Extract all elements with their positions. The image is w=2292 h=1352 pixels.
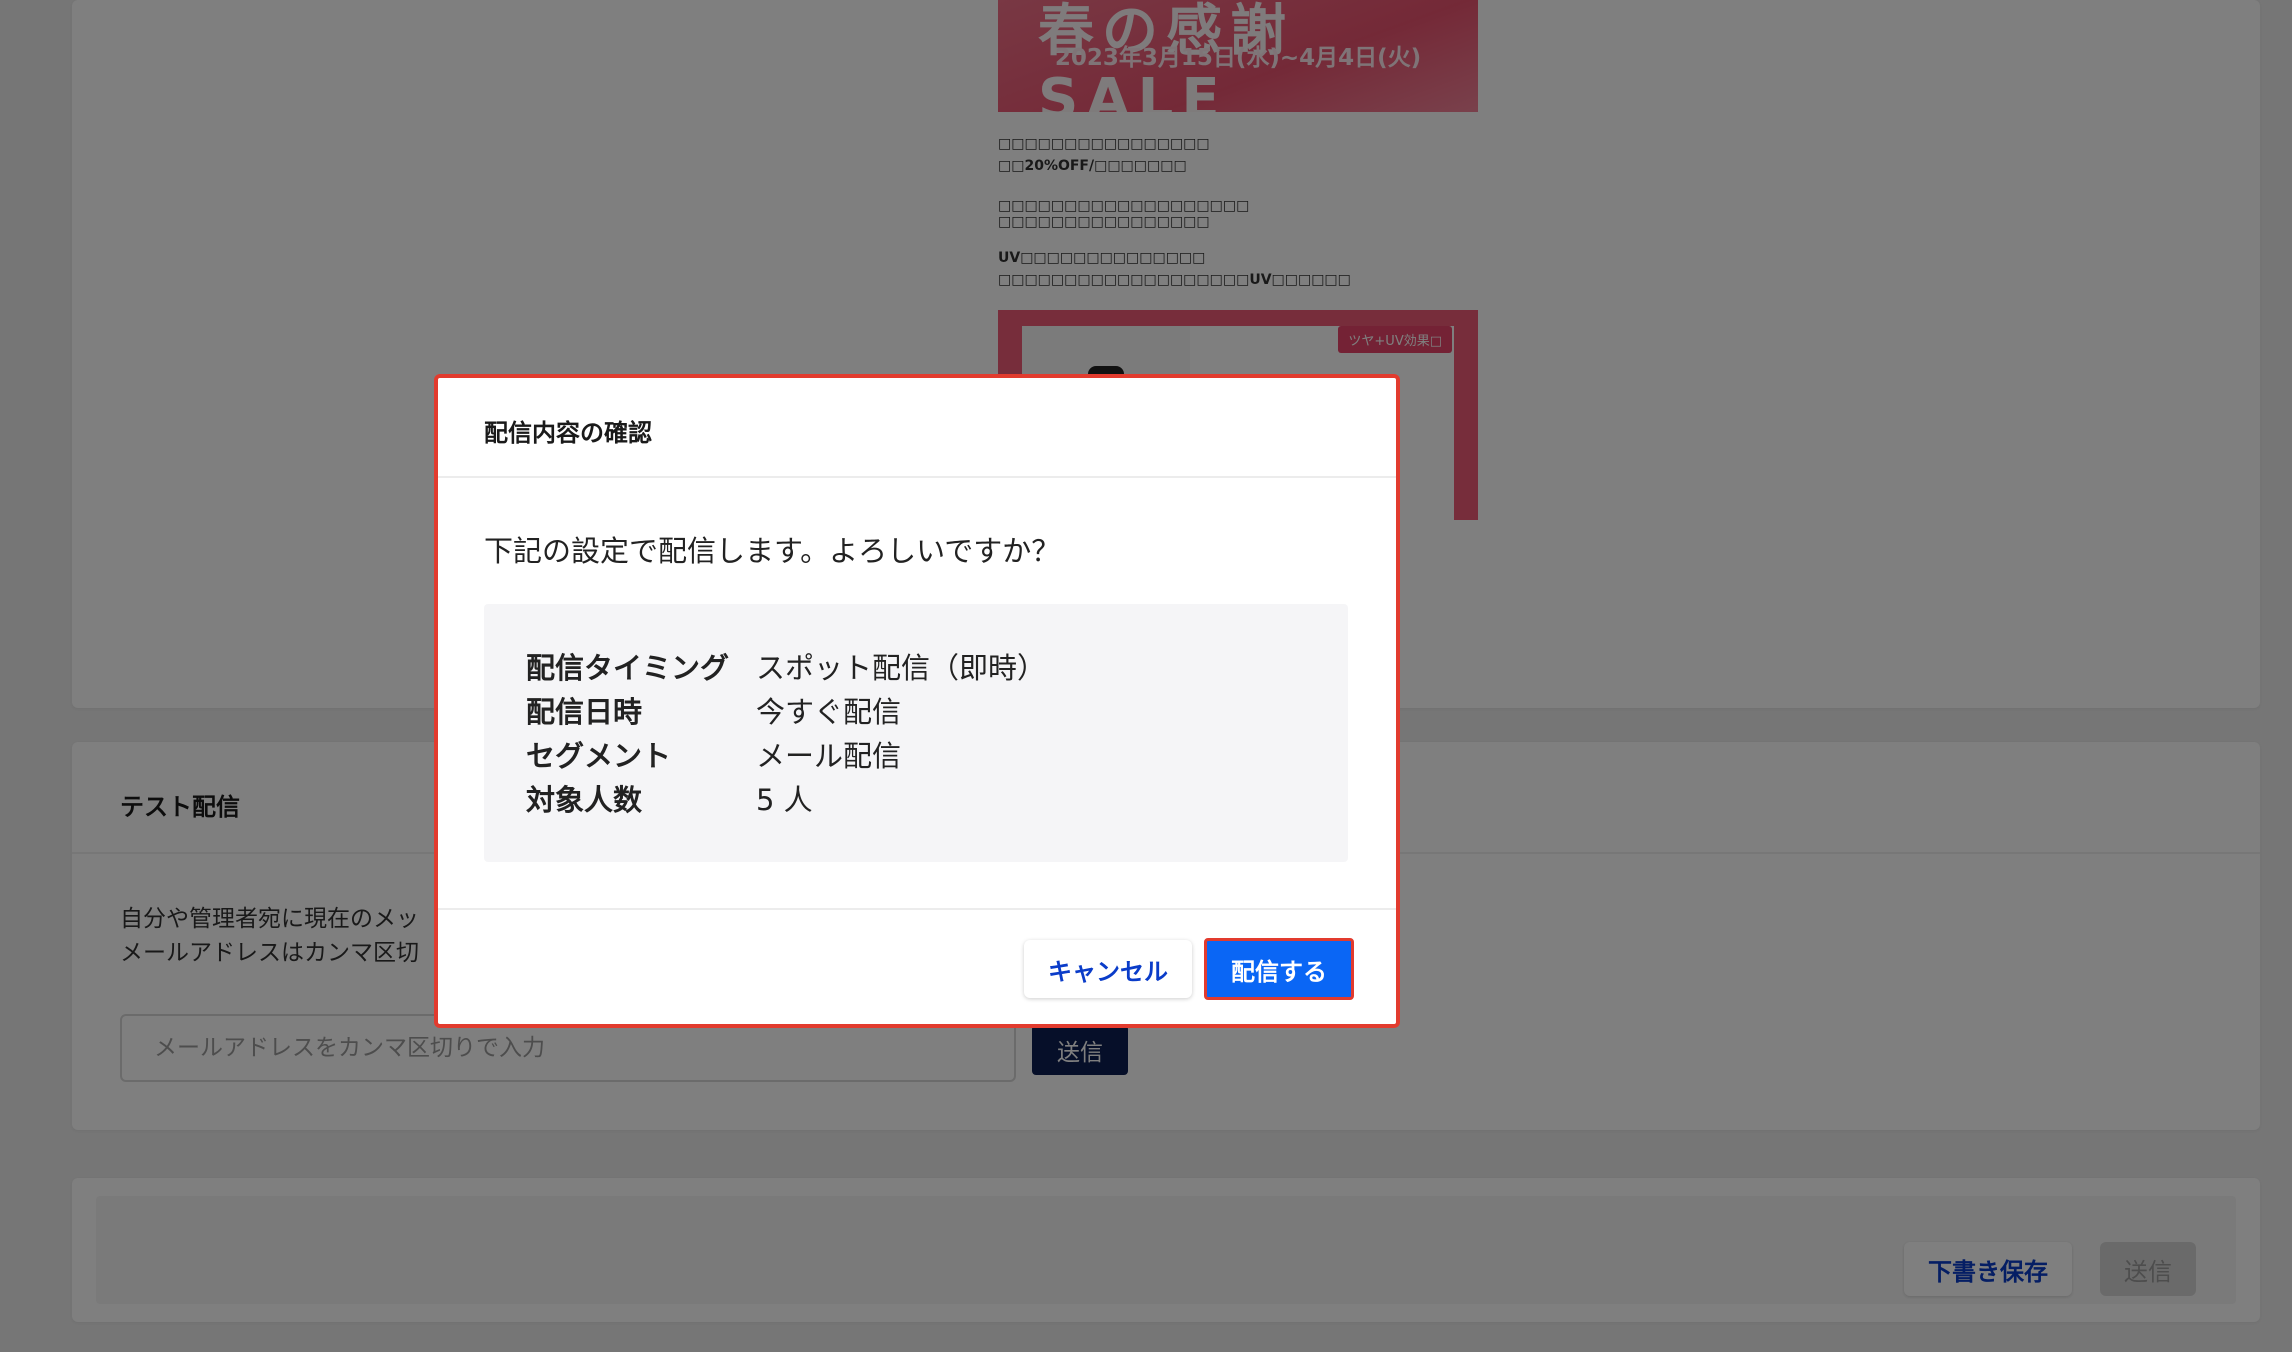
dialog-header: 配信内容の確認: [438, 378, 1396, 478]
summary-value: 5 人: [756, 783, 813, 817]
summary-key: 配信タイミング: [526, 651, 730, 685]
cancel-button[interactable]: キャンセル: [1024, 940, 1192, 998]
summary-row: 対象人数 5 人: [526, 776, 1306, 820]
summary-key: セグメント: [526, 739, 672, 773]
summary-row: 配信日時 今すぐ配信: [526, 688, 1306, 732]
dialog-title: 配信内容の確認: [484, 419, 652, 447]
summary-key: 配信日時: [526, 695, 643, 729]
summary-key: 対象人数: [526, 783, 643, 817]
summary-value: メール配信: [756, 739, 902, 773]
summary-value: スポット配信（即時）: [756, 651, 1047, 685]
summary-row: セグメント メール配信: [526, 732, 1306, 776]
confirm-delivery-button[interactable]: 配信する: [1204, 938, 1354, 1000]
summary-row: 配信タイミング スポット配信（即時）: [526, 644, 1306, 688]
summary-value: 今すぐ配信: [756, 695, 902, 729]
confirm-delivery-dialog: 配信内容の確認 下記の設定で配信します。よろしいですか？ 配信タイミング スポッ…: [434, 374, 1400, 1028]
dialog-footer: キャンセル 配信する: [438, 908, 1396, 1024]
dialog-message: 下記の設定で配信します。よろしいですか？: [484, 534, 1061, 568]
delivery-summary: 配信タイミング スポット配信（即時） 配信日時 今すぐ配信 セグメント メール配…: [484, 604, 1348, 862]
